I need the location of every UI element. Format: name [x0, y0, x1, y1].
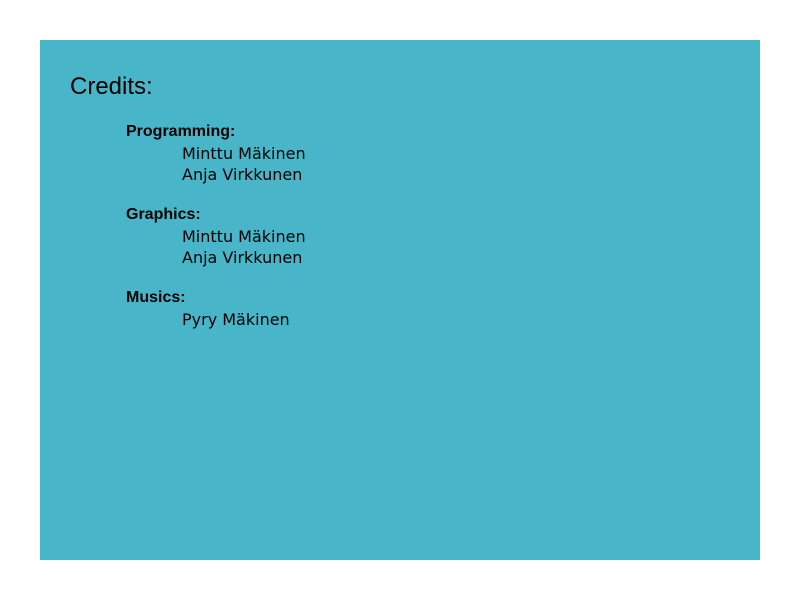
credit-name: Pyry Mäkinen	[182, 310, 290, 329]
credits-sections: Programming: Minttu Mäkinen Anja Virkkun…	[126, 122, 306, 350]
section-heading-programming: Programming:	[126, 123, 236, 140]
credit-name: Minttu Mäkinen	[182, 227, 306, 246]
credit-name: Minttu Mäkinen	[182, 144, 306, 163]
credits-section-graphics: Graphics: Minttu Mäkinen Anja Virkkunen	[126, 205, 306, 268]
credit-name: Anja Virkkunen	[182, 165, 303, 184]
credits-title: Credits:	[70, 73, 153, 100]
section-heading-musics: Musics:	[126, 289, 186, 306]
credits-section-musics: Musics: Pyry Mäkinen	[126, 288, 306, 330]
credits-section-programming: Programming: Minttu Mäkinen Anja Virkkun…	[126, 122, 306, 185]
credit-name: Anja Virkkunen	[182, 248, 303, 267]
credits-screen: Credits: Programming: Minttu Mäkinen Anj…	[40, 40, 760, 560]
section-heading-graphics: Graphics:	[126, 206, 201, 223]
